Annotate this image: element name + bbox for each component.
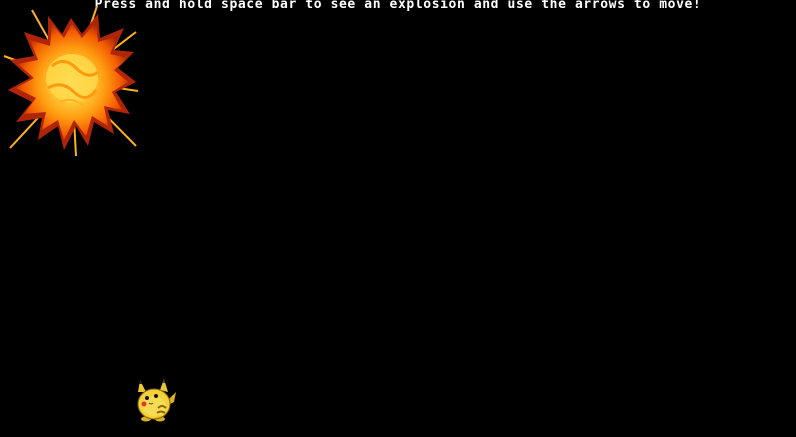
explosion-sprite (3, 6, 139, 156)
game-canvas[interactable]: Press and hold space bar to see an explo… (0, 0, 796, 437)
pikachu-sprite[interactable] (134, 378, 176, 422)
